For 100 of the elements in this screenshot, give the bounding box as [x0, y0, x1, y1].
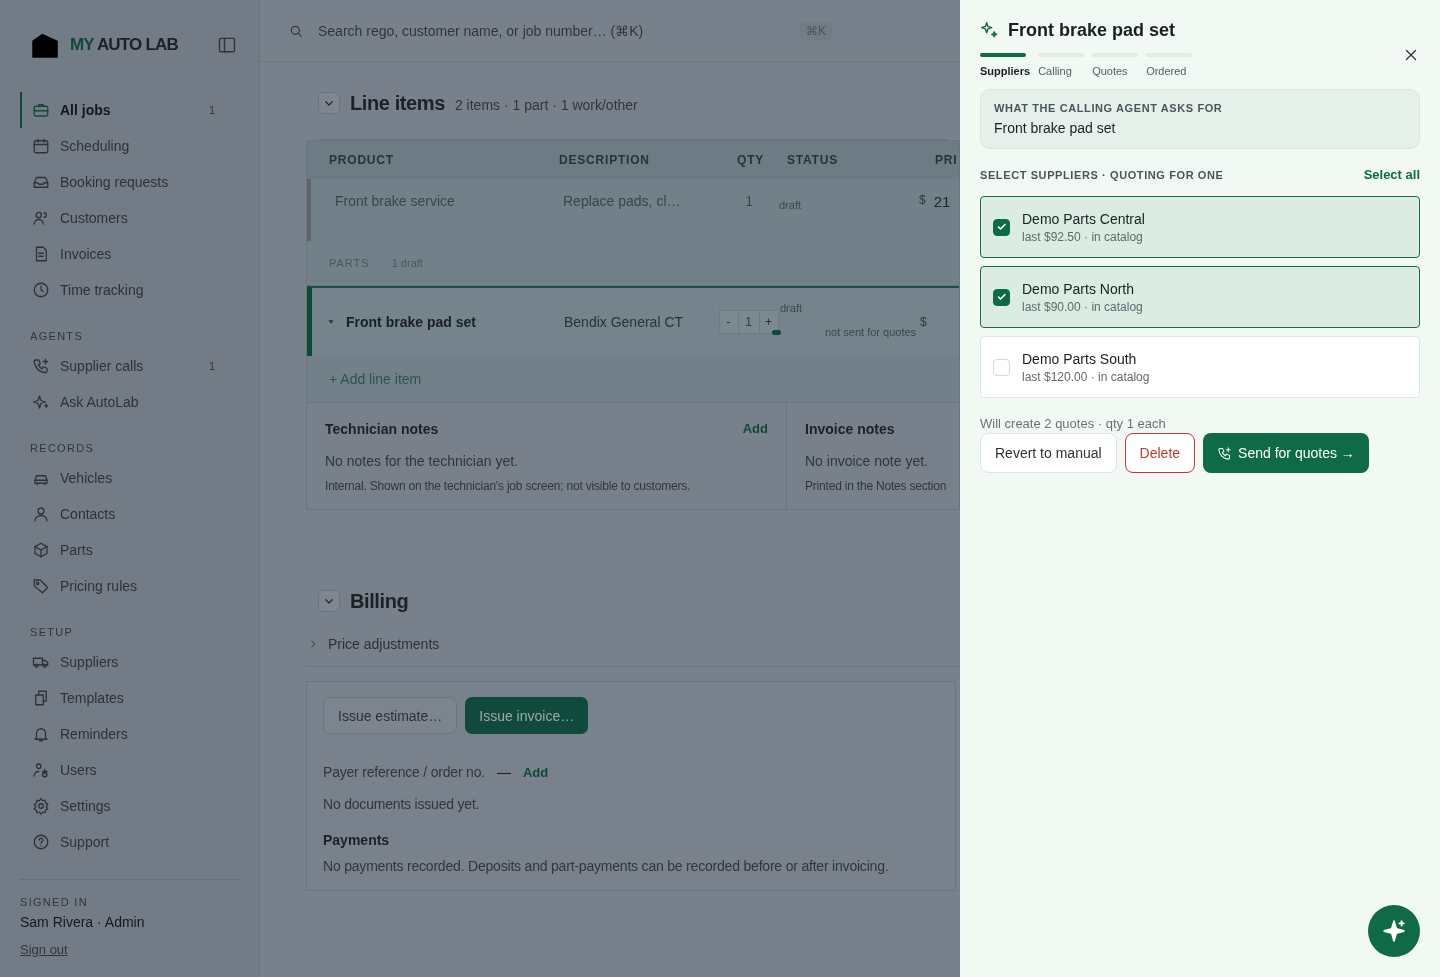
- check-icon: [995, 221, 1008, 233]
- sidebar-item[interactable]: Contacts: [20, 496, 239, 532]
- section-title: Line items: [350, 91, 445, 115]
- sidebar-item[interactable]: Users: [20, 752, 239, 788]
- phone-icon: [1217, 445, 1233, 461]
- payer-reference-label: Payer reference / order no.: [323, 764, 485, 780]
- documents-text: No documents issued yet.: [323, 796, 481, 812]
- payments-title: Payments: [323, 832, 391, 848]
- sidebar-item[interactable]: Scheduling: [20, 128, 239, 164]
- sidebar-item[interactable]: Booking requests: [20, 164, 239, 200]
- checkbox[interactable]: [993, 218, 1010, 236]
- users-icon: [32, 209, 50, 227]
- supplier-detail: last $92.50 · in catalog: [1022, 229, 1144, 244]
- sidebar-item[interactable]: Supplier calls 1: [20, 348, 239, 384]
- supplier-name: Demo Parts Central: [1022, 210, 1145, 227]
- add-link[interactable]: Add: [522, 764, 549, 780]
- item-count: 1: [208, 104, 215, 116]
- phone-icon: [32, 357, 50, 375]
- column-header: DESCRIPTION: [558, 153, 651, 167]
- description-text: Replace pads, cl…: [563, 193, 681, 209]
- quantity-stepper[interactable]: - 1 +: [718, 310, 779, 334]
- template-icon: [32, 689, 50, 707]
- column-header: PRI: [934, 153, 959, 167]
- notes-title: Technician notes: [325, 421, 439, 437]
- assistant-button[interactable]: [1368, 905, 1420, 957]
- search-field[interactable]: Search rego, customer name, or job number… (⌘K): [288, 21, 788, 40]
- progress-step[interactable]: Quotes: [1092, 53, 1139, 77]
- sidebar-item[interactable]: Time tracking: [20, 272, 239, 308]
- status-note: not sent for quotes: [825, 326, 917, 338]
- quote-summary: Will create 2 quotes · qty 1 each: [980, 416, 1167, 431]
- user-add-icon: [32, 761, 50, 779]
- price-adjustments-toggle[interactable]: Price adjustments: [306, 636, 960, 667]
- table-row[interactable]: Front brake pad set Bendix General CT - 1 + draft not sent for quotes $: [307, 286, 959, 356]
- status-label: draft: [778, 198, 802, 213]
- briefcase-icon: [32, 101, 50, 119]
- progress-step[interactable]: Ordered: [1146, 53, 1193, 77]
- gear-icon: [32, 797, 50, 815]
- add-line-item-link[interactable]: + Add line item: [329, 371, 422, 387]
- sidebar-item[interactable]: Pricing rules: [20, 568, 239, 604]
- check-icon: [995, 291, 1008, 303]
- supplier-name: Demo Parts South: [1022, 350, 1138, 367]
- notes-hint: Printed in the Notes section: [805, 479, 948, 493]
- sign-out-link[interactable]: Sign out: [20, 942, 239, 957]
- request-label: WHAT THE CALLING AGENT ASKS FOR: [994, 102, 1224, 114]
- sidebar-item[interactable]: Parts: [20, 532, 239, 568]
- issue-invoice-button[interactable]: Issue invoice…: [465, 697, 589, 734]
- suppliers-heading: SELECT SUPPLIERS · QUOTING FOR ONE: [980, 168, 1224, 181]
- column-header: PRODUCT: [328, 153, 395, 167]
- quantity-value: 1: [737, 311, 760, 333]
- panel-title: Front brake pad set: [1008, 20, 1176, 41]
- sidebar-item[interactable]: Templates: [20, 680, 239, 716]
- help-icon: [32, 833, 50, 851]
- description-text: Bendix General CT: [564, 314, 684, 330]
- supplier-detail: last $90.00 · in catalog: [1022, 299, 1143, 314]
- send-for-quotes-button[interactable]: Send for quotes →: [1203, 433, 1369, 473]
- nav-section-heading: AGENTS: [29, 330, 85, 342]
- collapse-button[interactable]: [318, 590, 340, 612]
- calendar-icon: [32, 137, 50, 155]
- payments-text: No payments recorded. Deposits and part-payments can be recorded before or after invoicing.: [323, 858, 890, 874]
- sidebar-item[interactable]: Invoices: [20, 236, 239, 272]
- nav-section-heading: SETUP: [29, 626, 75, 638]
- collapse-button[interactable]: [318, 92, 340, 114]
- request-value: Front brake pad set: [994, 120, 1117, 136]
- select-all-link[interactable]: Select all: [1363, 167, 1420, 182]
- panel-icon: [217, 35, 237, 55]
- supplier-name: Demo Parts North: [1022, 280, 1136, 297]
- delete-button[interactable]: Delete: [1124, 433, 1196, 473]
- currency-sign: $: [919, 193, 926, 207]
- notes-title: Invoice notes: [805, 421, 895, 437]
- checkbox[interactable]: [993, 288, 1010, 306]
- progress-step[interactable]: Calling: [1038, 53, 1085, 77]
- column-header: STATUS: [786, 153, 840, 167]
- tag-icon: [32, 577, 50, 595]
- section-title: Billing: [350, 589, 409, 613]
- sidebar-item[interactable]: Settings: [20, 788, 239, 824]
- supplier-option[interactable]: Demo Parts Central last $92.50 · in catalog: [980, 196, 1420, 258]
- sidebar-item[interactable]: Support: [20, 824, 239, 860]
- revert-button[interactable]: Revert to manual: [980, 433, 1117, 473]
- progress-mark: [772, 329, 781, 335]
- product-name: Front brake service: [335, 193, 455, 209]
- add-link[interactable]: Add: [742, 421, 768, 437]
- currency-sign: $: [920, 315, 927, 329]
- supplier-option[interactable]: Demo Parts North last $90.00 · in catalog: [980, 266, 1420, 328]
- brand-logo-text: MY AUTO LAB: [70, 35, 178, 55]
- progress-step[interactable]: Suppliers: [980, 53, 1031, 77]
- sidebar-item[interactable]: Reminders: [20, 716, 239, 752]
- sidebar-item[interactable]: Ask AutoLab: [20, 384, 239, 420]
- person-icon: [32, 505, 50, 523]
- clock-icon: [32, 281, 50, 299]
- price-value: 21: [933, 193, 951, 210]
- issue-estimate-button[interactable]: Issue estimate…: [323, 697, 458, 734]
- sidebar-item[interactable]: All jobs 1: [20, 92, 239, 128]
- user-name: Sam Rivera · Admin: [20, 914, 146, 930]
- column-header: QTY: [736, 153, 765, 167]
- sparkle-icon: [32, 393, 50, 411]
- sidebar-item[interactable]: Vehicles: [20, 460, 239, 496]
- sidebar-item[interactable]: Customers: [20, 200, 239, 236]
- sparkle-icon: [1381, 918, 1407, 944]
- sidebar-item[interactable]: Suppliers: [20, 644, 239, 680]
- notes-text: No invoice note yet.: [805, 453, 929, 469]
